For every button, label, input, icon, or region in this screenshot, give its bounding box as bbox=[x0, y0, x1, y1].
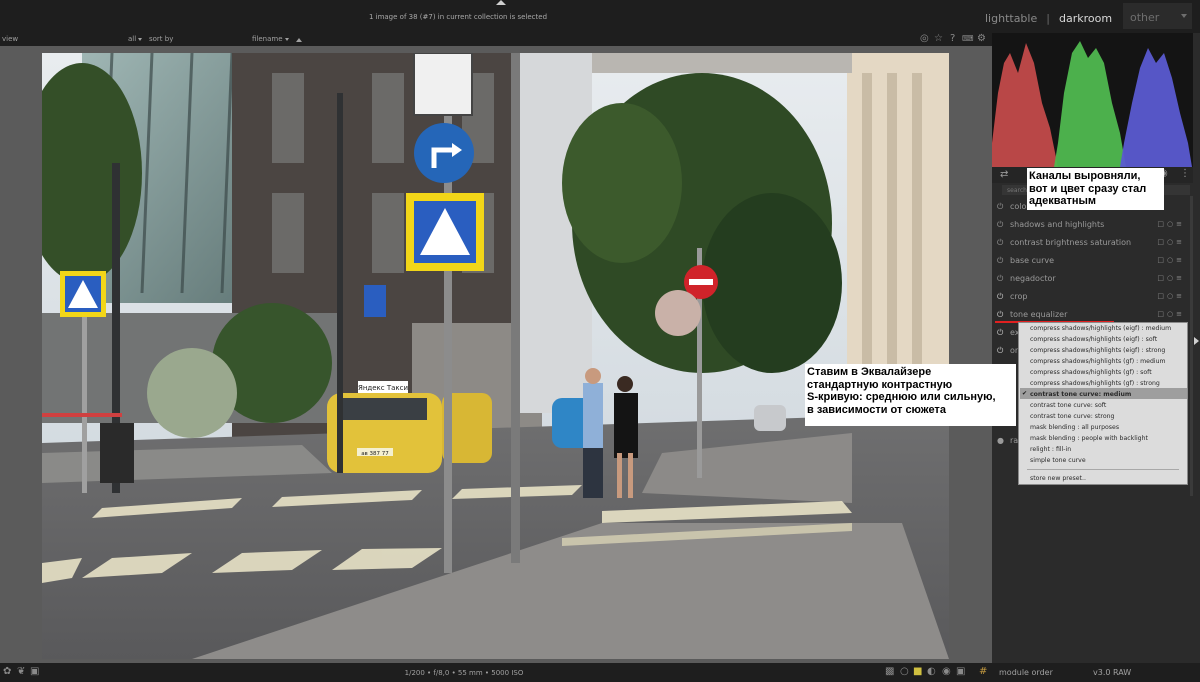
module-label: tone equalizer bbox=[1010, 310, 1068, 319]
store-new-preset[interactable]: store new preset.. bbox=[1030, 475, 1086, 483]
tab-darkroom[interactable]: darkroom bbox=[1059, 12, 1112, 25]
check-icon: ✔ bbox=[1022, 390, 1028, 397]
filter-value: all bbox=[128, 35, 137, 43]
preset-item[interactable]: compress shadows/highlights (gf) : mediu… bbox=[1030, 358, 1166, 366]
module-negadoctor[interactable]: ⏻ negadoctor □○≡ bbox=[995, 270, 1188, 288]
module-header-icons[interactable]: □○≡ bbox=[1157, 220, 1185, 228]
focus-peaking-icon[interactable]: ▩ bbox=[885, 666, 894, 678]
power-icon[interactable]: ⏻ bbox=[997, 346, 1003, 355]
menu-icon[interactable]: ⋮ bbox=[1180, 168, 1190, 179]
gamut-check-icon[interactable]: ■ bbox=[913, 666, 922, 678]
top-header: 1 image of 38 (#7) in current collection… bbox=[0, 0, 1200, 33]
preset-item-selected[interactable]: contrast tone curve: medium bbox=[1030, 391, 1131, 399]
chevron-down-icon bbox=[284, 37, 289, 41]
module-label: negadoctor bbox=[1010, 274, 1056, 283]
histogram[interactable] bbox=[992, 33, 1193, 167]
raw-overexposed-icon[interactable]: ○ bbox=[900, 666, 909, 678]
power-icon[interactable]: ⏻ bbox=[997, 256, 1003, 265]
power-icon[interactable]: ⏻ bbox=[997, 310, 1003, 319]
power-icon[interactable]: ⏻ bbox=[997, 292, 1003, 301]
help-icon[interactable]: ? bbox=[950, 33, 955, 45]
power-icon[interactable]: ⏻ bbox=[997, 274, 1003, 283]
module-crop[interactable]: ⏻ crop □○≡ bbox=[995, 288, 1188, 306]
menu-divider bbox=[1027, 469, 1179, 470]
tab-other-label: other bbox=[1130, 11, 1160, 24]
scrollbar[interactable] bbox=[1190, 196, 1193, 496]
filter-bar: view all sort by filename bbox=[0, 33, 992, 46]
softproof-icon[interactable]: ◐ bbox=[927, 666, 936, 678]
preset-item[interactable]: compress shadows/highlights (eigf) : str… bbox=[1030, 347, 1165, 355]
presets-icon[interactable]: ⇄ bbox=[1000, 169, 1008, 180]
preset-item[interactable]: mask blending : people with backlight bbox=[1030, 435, 1148, 443]
filter-dropdown[interactable]: all bbox=[128, 35, 143, 43]
preset-item[interactable]: simple tone curve bbox=[1030, 457, 1086, 465]
module-header-icons[interactable]: □○≡ bbox=[1157, 292, 1185, 300]
sort-value: filename bbox=[252, 35, 283, 43]
tab-separator: | bbox=[1046, 11, 1050, 25]
preset-menu: ✔ compress shadows/highlights (eigf) : m… bbox=[1018, 322, 1188, 485]
bottom-bar: ✿ ❦ ▣ 1/200 • f/8,0 • 55 mm • 5000 ISO ▩… bbox=[0, 663, 1200, 682]
module-order-value: v3.0 RAW bbox=[1093, 668, 1132, 677]
histogram-graph bbox=[992, 41, 1192, 167]
module-label: base curve bbox=[1010, 256, 1055, 265]
power-icon[interactable]: ⏻ bbox=[997, 202, 1003, 211]
module-header-icons[interactable]: □○≡ bbox=[1157, 238, 1185, 246]
tab-other[interactable]: other bbox=[1123, 3, 1192, 29]
module-label: colo bbox=[1010, 202, 1027, 211]
preset-item[interactable]: contrast tone curve: strong bbox=[1030, 413, 1114, 421]
sort-order-icon[interactable] bbox=[296, 36, 302, 44]
power-icon[interactable]: ⏻ bbox=[997, 220, 1003, 229]
module-header-icons[interactable]: □○≡ bbox=[1157, 256, 1185, 264]
keyboard-icon[interactable]: ⌨ bbox=[962, 33, 974, 45]
module-label: or bbox=[1010, 346, 1019, 355]
power-icon[interactable]: ⏻ bbox=[997, 238, 1003, 247]
sort-dropdown[interactable]: filename bbox=[252, 35, 289, 43]
preset-item[interactable]: relight : fill-in bbox=[1030, 446, 1071, 454]
module-header-icons[interactable]: □○≡ bbox=[1157, 310, 1185, 318]
power-icon[interactable]: ⏻ bbox=[997, 328, 1003, 337]
license-plate-text: ав 387 77 bbox=[361, 451, 389, 457]
module-contrast-brightness-saturation[interactable]: ⏻ contrast brightness saturation □○≡ bbox=[995, 234, 1188, 252]
power-icon[interactable]: ● bbox=[997, 436, 1004, 445]
module-label: crop bbox=[1010, 292, 1028, 301]
chevron-down-icon bbox=[1181, 14, 1187, 18]
collapse-right-panel-arrow-icon[interactable] bbox=[1194, 337, 1199, 345]
preset-item[interactable]: contrast tone curve: soft bbox=[1030, 402, 1106, 410]
preset-item[interactable]: compress shadows/highlights (gf) : soft bbox=[1030, 369, 1152, 377]
preset-item[interactable]: compress shadows/highlights (gf) : stron… bbox=[1030, 380, 1160, 388]
gear-icon[interactable]: ⚙ bbox=[977, 33, 986, 45]
view-label: view bbox=[2, 35, 19, 43]
collapse-top-panel-arrow-icon[interactable] bbox=[496, 0, 506, 5]
module-header-icons[interactable]: □○≡ bbox=[1157, 274, 1185, 282]
module-label: ra bbox=[1010, 436, 1019, 445]
star-icon[interactable]: ☆ bbox=[934, 33, 943, 45]
exif-info: 1/200 • f/8,0 • 55 mm • 5000 ISO bbox=[404, 669, 524, 677]
module-order-label: module order bbox=[999, 668, 1053, 677]
preset-item[interactable]: mask blending : all purposes bbox=[1030, 424, 1119, 432]
guides-icon[interactable]: ▣ bbox=[956, 666, 965, 678]
tab-lighttable[interactable]: lighttable bbox=[985, 12, 1037, 25]
module-label: shadows and highlights bbox=[1010, 220, 1105, 229]
annotation-channels: Каналы выровняли, вот и цвет сразу стал … bbox=[1027, 168, 1164, 210]
photo-canvas[interactable]: Яндекс Такси ав 387 77 bbox=[42, 53, 949, 659]
module-shadows-and-highlights[interactable]: ⏻ shadows and highlights □○≡ bbox=[995, 216, 1188, 234]
grid-overlay-icon[interactable]: # bbox=[979, 666, 987, 678]
module-base-curve[interactable]: ⏻ base curve □○≡ bbox=[995, 252, 1188, 270]
globe-icon[interactable]: ◎ bbox=[920, 33, 929, 45]
sort-label: sort by bbox=[149, 35, 174, 43]
preset-item[interactable]: compress shadows/highlights (eigf) : med… bbox=[1030, 325, 1171, 333]
street-photo: Яндекс Такси ав 387 77 bbox=[42, 53, 949, 659]
preset-item[interactable]: compress shadows/highlights (eigf) : sof… bbox=[1030, 336, 1157, 344]
taxi-sign-text: Яндекс Такси bbox=[358, 384, 408, 392]
annotation-tone-equalizer: Ставим в Эквалайзере стандартную контрас… bbox=[805, 364, 1016, 426]
chevron-down-icon bbox=[138, 37, 143, 41]
module-label: contrast brightness saturation bbox=[1010, 238, 1132, 247]
view-switcher: lighttable | darkroom bbox=[985, 9, 1112, 27]
collection-info: 1 image of 38 (#7) in current collection… bbox=[368, 13, 548, 21]
display-profile-icon[interactable]: ◉ bbox=[942, 666, 951, 678]
